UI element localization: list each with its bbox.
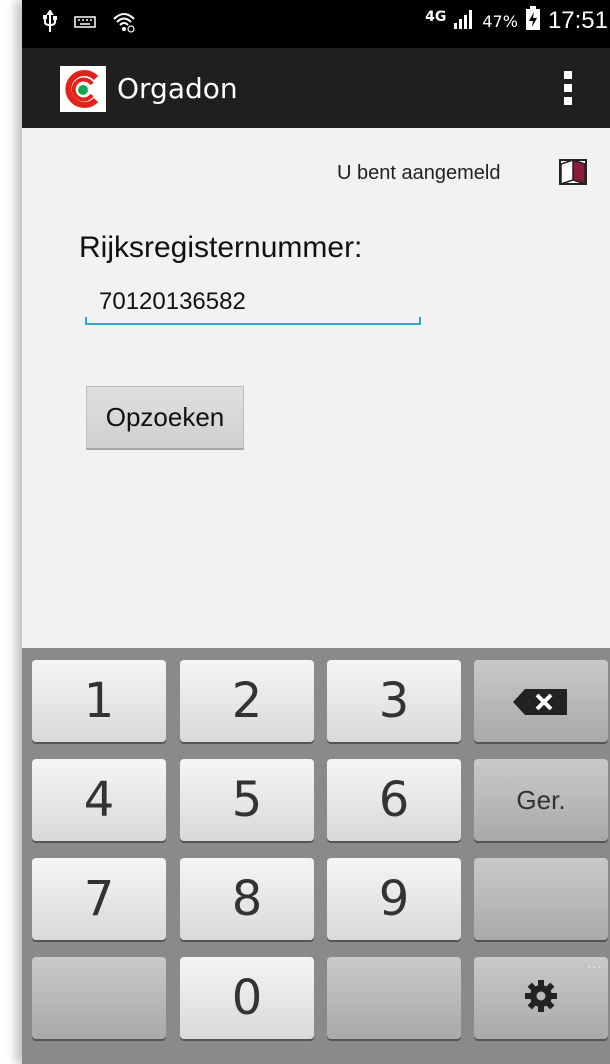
usb-icon [42, 9, 58, 38]
signal-icon [452, 7, 476, 35]
phone-screen: 4G 47% 17:51 Orgadon U bent aangemeld Ri… [22, 0, 610, 1064]
field-underline [85, 317, 421, 325]
blank-key-right[interactable] [474, 858, 608, 940]
key-4[interactable]: 4 [32, 759, 166, 841]
overflow-menu-icon[interactable] [561, 68, 575, 112]
backspace-icon [511, 673, 571, 729]
login-status-text: U bent aangemeld [337, 162, 501, 184]
key-9[interactable]: 9 [327, 858, 461, 940]
battery-percent: 47% [482, 11, 518, 31]
clock: 17:51 [547, 7, 608, 34]
settings-gear-icon [523, 970, 559, 1026]
key-3[interactable]: 3 [327, 660, 461, 742]
network-type: 4G [425, 9, 447, 25]
backspace-key[interactable] [474, 660, 608, 742]
settings-key[interactable]: ... [474, 957, 608, 1039]
battery-charging-icon [524, 6, 542, 36]
more-indicator: ... [587, 957, 602, 971]
key-0[interactable]: 0 [180, 957, 314, 1039]
key-1[interactable]: 1 [32, 660, 166, 742]
keyboard-icon [74, 14, 96, 34]
lookup-button[interactable]: Opzoeken [86, 386, 244, 450]
key-7[interactable]: 7 [32, 858, 166, 940]
key-2[interactable]: 2 [180, 660, 314, 742]
blank-key-middle[interactable] [327, 957, 461, 1039]
blank-key-left[interactable] [32, 957, 166, 1039]
main-content: U bent aangemeld Rijksregisternummer: Op… [22, 128, 610, 648]
status-bar: 4G 47% 17:51 [22, 0, 610, 48]
app-title: Orgadon [117, 72, 238, 105]
key-5[interactable]: 5 [180, 759, 314, 841]
wifi-icon [112, 11, 136, 37]
action-bar: Orgadon [22, 48, 610, 128]
go-key[interactable]: Ger. [474, 759, 608, 841]
field-label: Rijksregisternummer: [79, 231, 363, 264]
national-number-field[interactable] [85, 285, 421, 325]
numeric-keyboard: 1 2 3 4 5 6 Ger. 7 8 9 0 ... [22, 648, 610, 1064]
national-number-input[interactable] [85, 285, 419, 319]
key-6[interactable]: 6 [327, 759, 461, 841]
logout-door-icon[interactable] [557, 158, 591, 190]
app-logo-icon[interactable] [60, 66, 106, 112]
key-8[interactable]: 8 [180, 858, 314, 940]
